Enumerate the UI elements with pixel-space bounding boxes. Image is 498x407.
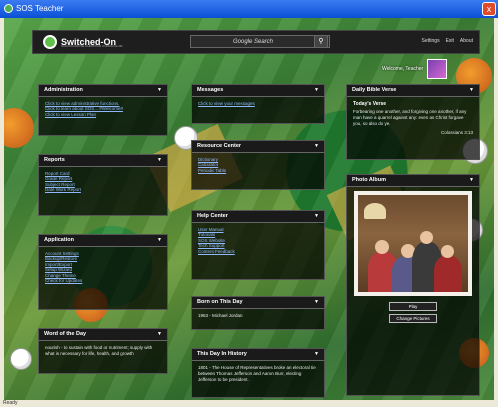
chevron-down-icon[interactable]: ▼ — [157, 235, 162, 246]
panel-history: This Day In History ▼ 1801 - The House of… — [191, 348, 325, 398]
chevron-down-icon[interactable]: ▼ — [469, 175, 474, 186]
word-definition: nourish - to sustain with food or nutrim… — [45, 345, 153, 356]
chevron-down-icon[interactable]: ▼ — [314, 211, 319, 222]
chevron-down-icon[interactable]: ▼ — [314, 141, 319, 152]
panel-messages: Messages ▼ Click to view your messages — [191, 84, 325, 124]
panel-header: Application ▼ — [39, 235, 167, 247]
app-link[interactable]: Check for Updates — [45, 278, 161, 283]
chevron-down-icon[interactable]: ▼ — [314, 85, 319, 96]
panel-bible-verse: Daily Bible Verse ▼ Today's Verse Forbear… — [346, 84, 480, 160]
panel-help-center: Help Center ▼ User Manual Tutorials SOS W… — [191, 210, 325, 280]
avatar[interactable] — [427, 59, 448, 79]
top-nav: Settings Exit About — [422, 38, 474, 44]
person — [434, 256, 462, 292]
about-link[interactable]: About — [460, 38, 473, 44]
panel-title: Photo Album — [352, 177, 387, 183]
search-icon: ⚲ — [318, 38, 324, 45]
panel-header: Reports ▼ — [39, 155, 167, 167]
face — [375, 240, 389, 254]
chevron-down-icon[interactable]: ▼ — [157, 155, 162, 166]
exit-link[interactable]: Exit — [446, 38, 454, 44]
app-icon — [4, 4, 13, 13]
chevron-down-icon[interactable]: ▼ — [314, 349, 319, 360]
panel-title: Born on This Day — [197, 299, 243, 305]
lamp-shade — [364, 203, 386, 219]
panel-header: Resource Center ▼ — [192, 141, 324, 153]
panel-header: Help Center ▼ — [192, 211, 324, 223]
status-bar: Ready — [0, 400, 498, 407]
search-button[interactable]: ⚲ — [314, 35, 328, 48]
panel-header: Photo Album ▼ — [347, 175, 479, 187]
face — [420, 231, 433, 244]
panel-application: Application ▼ Account Settings Backup/Res… — [38, 234, 168, 310]
logo-icon — [43, 35, 57, 49]
verse-heading: Today's Verse — [353, 101, 387, 107]
window-titlebar: SOS Teacher x — [0, 0, 498, 18]
report-link[interactable]: Date Work Report — [45, 187, 161, 192]
album-photo — [354, 191, 472, 296]
soccer-ball-icon — [10, 348, 32, 370]
resource-link[interactable]: Periodic Table — [198, 168, 318, 173]
chevron-down-icon[interactable]: ▼ — [157, 329, 162, 340]
panel-resource-center: Resource Center ▼ Dictionary Calculator P… — [191, 140, 325, 190]
panel-header: Administration ▼ — [39, 85, 167, 97]
panel-word-of-day: Word of the Day ▼ nourish - to sustain wi… — [38, 328, 168, 374]
play-button[interactable]: Play — [389, 302, 437, 311]
panel-reports: Reports ▼ Report Card Grade Report Subjec… — [38, 154, 168, 216]
header-bar: Switched-On SCHOOLHOUSE CHRISTIAN CURRIC… — [32, 30, 480, 54]
panel-title: Resource Center — [197, 143, 242, 149]
change-pictures-button[interactable]: Change Pictures — [389, 314, 437, 323]
chevron-down-icon[interactable]: ▼ — [314, 297, 319, 308]
close-button[interactable]: x — [482, 2, 496, 16]
help-link[interactable]: Content Feedback — [198, 249, 318, 254]
panel-title: Daily Bible Verse — [352, 87, 397, 93]
panel-header: Word of the Day ▼ — [39, 329, 167, 341]
panel-title: Reports — [44, 157, 65, 163]
verse-reference: Colossians 3:13 — [440, 130, 473, 135]
chevron-down-icon[interactable]: ▼ — [469, 85, 474, 96]
panel-header: Daily Bible Verse ▼ — [347, 85, 479, 97]
welcome-text: Welcome, Teacher — [382, 66, 424, 72]
panel-administration: Administration ▼ Click to view administra… — [38, 84, 168, 136]
panel-title: Administration — [44, 87, 83, 93]
panel-header: This Day In History ▼ — [192, 349, 324, 361]
messages-link[interactable]: Click to view your messages — [198, 101, 318, 106]
logo-subtitle: SCHOOLHOUSE CHRISTIAN CURRICULUM — [61, 44, 123, 48]
window-title: SOS Teacher — [16, 4, 64, 13]
panel-photo-album: Photo Album ▼ Play Change Pictures — [346, 174, 480, 396]
panel-header: Messages ▼ — [192, 85, 324, 97]
logo: Switched-On — [43, 33, 116, 51]
born-text: 1963 - Michael Jordan — [198, 313, 243, 318]
admin-link[interactable]: Click to view Lesson Plan — [45, 112, 161, 117]
verse-text: Forbearing one another, and forgiving on… — [353, 109, 467, 126]
search-input[interactable]: Google Search — [190, 35, 330, 48]
face — [441, 245, 454, 258]
panel-title: Application — [44, 237, 74, 243]
panel-born-on-day: Born on This Day ▼ 1963 - Michael Jordan — [191, 296, 325, 330]
history-text: 1801 - The House of Representatives brok… — [198, 365, 316, 382]
app-content: Switched-On SCHOOLHOUSE CHRISTIAN CURRIC… — [4, 18, 494, 400]
panel-title: Help Center — [197, 213, 228, 219]
panel-title: This Day In History — [197, 351, 247, 357]
panel-title: Messages — [197, 87, 224, 93]
chevron-down-icon[interactable]: ▼ — [157, 85, 162, 96]
user-bar: Welcome, Teacher — [382, 59, 448, 79]
basketball-icon — [4, 108, 34, 148]
panel-header: Born on This Day ▼ — [192, 297, 324, 309]
settings-link[interactable]: Settings — [422, 38, 440, 44]
panel-title: Word of the Day — [44, 331, 87, 337]
